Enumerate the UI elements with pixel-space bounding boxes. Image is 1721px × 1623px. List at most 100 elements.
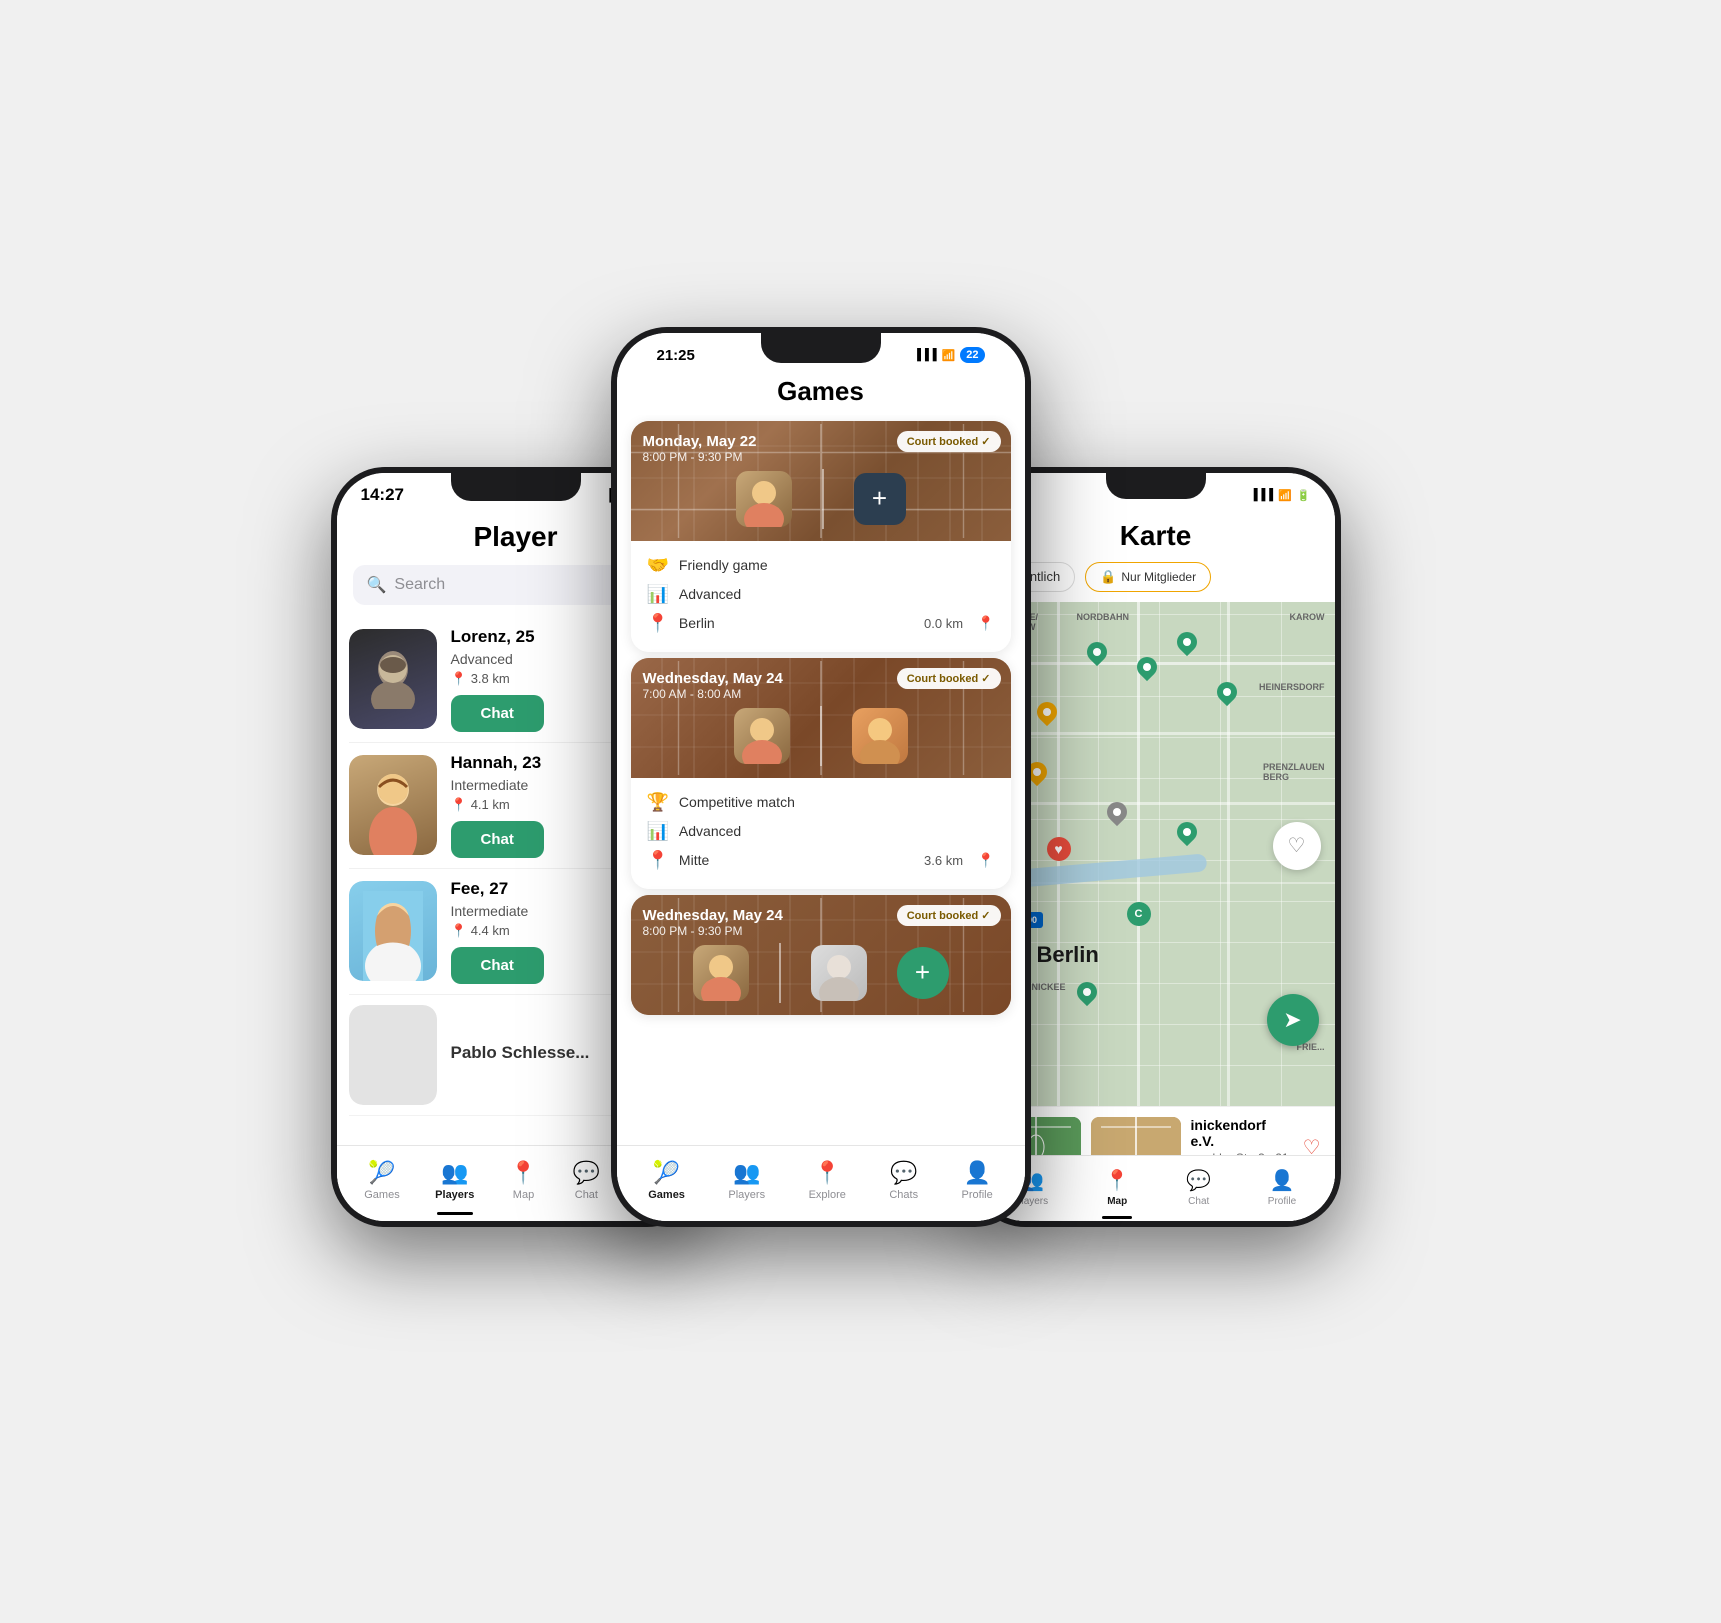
game-level-2: 📊 Advanced [647,817,995,846]
filter-members[interactable]: 🔒 Nur Mitglieder [1085,562,1211,592]
notch-left [451,473,581,501]
explore-nav-label-center: Explore [809,1189,846,1201]
game-location-2: 📍 Mitte 3.6 km 📍 [647,846,995,875]
player-avatar-lorenz [349,629,437,729]
notch-center [761,333,881,363]
game-players-row-1: + [631,469,1011,529]
venue-name: inickendorf e.V. [1191,1117,1293,1149]
bottom-nav-center: 🎾 Games 👥 Players 📍 Explore 💬 Chats [617,1145,1025,1221]
game-divider-3 [779,943,781,1003]
game-card-1[interactable]: Monday, May 22 8:00 PM - 9:30 PM Court b… [631,421,1011,652]
location-icon-1: 📍 [647,613,669,634]
game-players-row-3: + [631,943,1011,1003]
games-nav-icon-center: 🎾 [653,1160,680,1186]
chats-nav-icon-center: 💬 [890,1160,917,1186]
nav-map-right[interactable]: 📍 Map [1097,1164,1138,1211]
status-icons-center: ▐▐▐ 📶 22 [913,347,984,363]
search-icon: 🔍 [367,575,387,595]
game-type-1: 🤝 Friendly game [647,551,995,580]
profile-nav-icon-right: 👤 [1270,1168,1295,1193]
nav-profile-right[interactable]: 👤 Profile [1260,1164,1304,1211]
search-placeholder: Search [394,576,445,594]
game-players-row-2 [631,706,1011,766]
nav-players-left[interactable]: 👥 Players [427,1156,482,1205]
game-type-2: 🏆 Competitive match [647,788,995,817]
map-nav-label-right: Map [1107,1196,1127,1207]
level-icon-1: 📊 [647,584,669,605]
add-player-btn-1[interactable]: + [854,473,906,525]
map-area-label-3: KAROW [1290,612,1325,622]
berlin-label: Berlin [1037,942,1099,968]
court-booked-badge-2: Court booked ✓ [897,668,1001,689]
active-underline-left [437,1212,473,1215]
map-label-left: Map [513,1189,534,1201]
game-date-1: Monday, May 22 8:00 PM - 9:30 PM [643,433,757,464]
notch-right [1106,473,1206,499]
court-booked-badge-1: Court booked ✓ [897,431,1001,452]
players-nav-label-center: Players [728,1189,765,1201]
nav-map-left[interactable]: 📍 Map [502,1156,545,1205]
chats-nav-label-center: Chats [889,1189,918,1201]
level-icon-2: 📊 [647,821,669,842]
battery-level: 22 [960,347,984,363]
add-player-btn-3[interactable]: + [897,947,949,999]
heart-pin: ♥ [1047,837,1071,861]
nav-explore-center[interactable]: 📍 Explore [801,1156,854,1205]
map-nav-btn[interactable]: ➤ [1267,994,1319,1046]
handshake-icon-1: 🤝 [647,555,669,576]
game-date-2: Wednesday, May 24 7:00 AM - 8:00 AM [643,670,783,701]
players-label-left: Players [435,1189,474,1201]
games-screen-title: Games [617,372,1025,415]
chat-btn-hannah[interactable]: Chat [451,821,544,858]
map-road-2 [1137,602,1140,1106]
players-icon-left: 👥 [441,1160,468,1186]
player-thumb-1a [736,471,792,527]
nav-games-center[interactable]: 🎾 Games [640,1156,693,1205]
game-divider-2 [820,706,822,766]
map-action-heart[interactable]: ♡ [1273,822,1321,870]
map-icon-left: 📍 [510,1160,537,1186]
nav-chats-center[interactable]: 💬 Chats [881,1156,926,1205]
map-area-label-5: PRENZLAUENBERG [1263,762,1325,782]
profile-nav-label-right: Profile [1268,1196,1296,1207]
status-time-center: 21:25 [657,347,695,364]
status-time-left: 14:27 [361,485,404,505]
chat-icon-left: 💬 [573,1160,600,1186]
trophy-icon-2: 🏆 [647,792,669,813]
map-nav-icon-right: 📍 [1105,1168,1130,1193]
map-road-3 [1227,602,1230,1106]
game-location-1: 📍 Berlin 0.0 km 📍 [647,609,995,638]
game-date-3: Wednesday, May 24 8:00 PM - 9:30 PM [643,907,783,938]
chat-nav-icon-right: 💬 [1186,1168,1211,1193]
chat-btn-fee[interactable]: Chat [451,947,544,984]
game-card-body-1: 🤝 Friendly game 📊 Advanced 📍 Berlin 0.0 … [631,541,1011,652]
map-area-label-4: HEINERSDORF [1259,682,1325,692]
player-thumb-2b [852,708,908,764]
nav-games-left[interactable]: 🎾 Games [356,1156,407,1205]
active-underline-right [1102,1216,1132,1219]
game-card-3[interactable]: Wednesday, May 24 8:00 PM - 9:30 PM Cour… [631,895,1011,1015]
players-nav-icon-center: 👥 [733,1160,760,1186]
nav-chat-left[interactable]: 💬 Chat [565,1156,608,1205]
route-badge: C [1127,902,1151,926]
chat-nav-label-right: Chat [1188,1196,1209,1207]
nav-players-center[interactable]: 👥 Players [720,1156,773,1205]
player-thumb-3b [811,945,867,1001]
player-thumb-2a [734,708,790,764]
profile-nav-label-center: Profile [962,1189,993,1201]
player-thumb-3a [693,945,749,1001]
games-nav-label-center: Games [648,1189,685,1201]
nav-chat-right[interactable]: 💬 Chat [1178,1164,1219,1211]
status-bar-center: 21:25 ▐▐▐ 📶 22 [617,333,1025,372]
status-icons-right: ▐▐▐ 📶 🔋 [1250,489,1311,502]
player-avatar-pablo [349,1005,437,1105]
game-card-2[interactable]: Wednesday, May 24 7:00 AM - 8:00 AM Cour… [631,658,1011,889]
player-avatar-hannah [349,755,437,855]
game-divider-1 [822,469,824,529]
explore-nav-icon-center: 📍 [814,1160,841,1186]
location-icon-2: 📍 [647,850,669,871]
chat-btn-lorenz[interactable]: Chat [451,695,544,732]
player-avatar-fee [349,881,437,981]
game-card-header-2: Wednesday, May 24 7:00 AM - 8:00 AM Cour… [631,658,1011,778]
nav-profile-center[interactable]: 👤 Profile [954,1156,1001,1205]
